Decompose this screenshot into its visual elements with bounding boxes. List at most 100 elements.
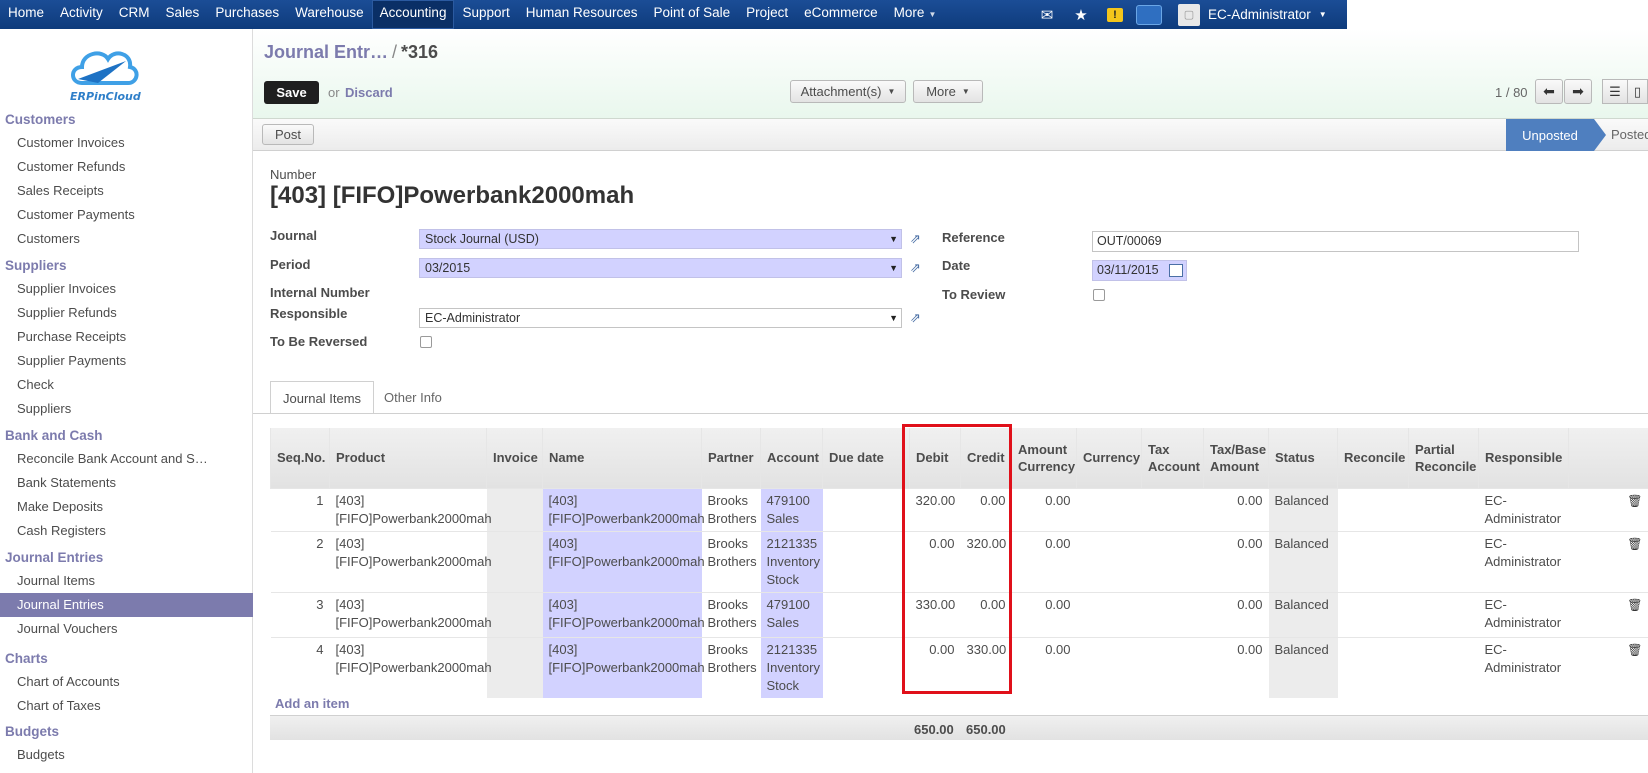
- stage-posted[interactable]: Posted: [1611, 127, 1648, 142]
- attachments-button[interactable]: Attachment(s) ▼: [790, 80, 906, 103]
- sidebar-item-customer-invoices[interactable]: Customer Invoices: [0, 131, 253, 155]
- sidebar-item-supplier-invoices[interactable]: Supplier Invoices: [0, 277, 253, 301]
- col-header-tax-base-amount[interactable]: Tax/Base Amount: [1203, 428, 1269, 488]
- sidebar-item-journal-items[interactable]: Journal Items: [0, 569, 253, 593]
- col-header-partner[interactable]: Partner: [701, 428, 761, 488]
- form-view-button[interactable]: ▯: [1627, 79, 1648, 104]
- nav-crm[interactable]: CRM: [111, 0, 158, 29]
- external-link-icon[interactable]: ⇗: [910, 231, 926, 246]
- mail-icon[interactable]: ✉: [1030, 0, 1064, 29]
- stage-unposted[interactable]: Unposted: [1506, 119, 1606, 151]
- sidebar-item-sales-receipts[interactable]: Sales Receipts: [0, 179, 253, 203]
- col-header-debit[interactable]: Debit: [909, 428, 961, 488]
- caret-down-icon: ▼: [887, 87, 896, 96]
- to-review-checkbox[interactable]: [1093, 289, 1105, 301]
- nav-sales[interactable]: Sales: [158, 0, 208, 29]
- col-header-amount-currency[interactable]: Amount Currency: [1011, 428, 1077, 488]
- col-header-tax-account[interactable]: Tax Account: [1141, 428, 1204, 488]
- nav-activity[interactable]: Activity: [52, 0, 111, 29]
- col-header-product[interactable]: Product: [329, 428, 487, 488]
- nav-point-of-sale[interactable]: Point of Sale: [646, 0, 739, 29]
- user-menu[interactable]: ▢ EC-Administrator ▼: [1178, 3, 1327, 26]
- responsible-select[interactable]: EC-Administrator ▼: [419, 308, 902, 328]
- delete-row-button[interactable]: 🗑: [1568, 530, 1648, 592]
- col-header-partial-reconcile[interactable]: Partial Reconcile: [1408, 428, 1479, 488]
- sidebar-item-customers[interactable]: Customers: [0, 227, 253, 251]
- nav-accounting[interactable]: Accounting: [371, 0, 455, 29]
- col-header-credit[interactable]: Credit: [960, 428, 1012, 488]
- sidebar-item-check[interactable]: Check: [0, 373, 253, 397]
- sidebar-item-customer-payments[interactable]: Customer Payments: [0, 203, 253, 227]
- breadcrumb-parent-link[interactable]: Journal Entr…: [264, 42, 388, 62]
- tab-journal-items[interactable]: Journal Items: [270, 381, 375, 414]
- save-button[interactable]: Save: [264, 81, 319, 104]
- cell-account: 479100 Sales: [760, 591, 823, 637]
- external-link-icon[interactable]: ⇗: [910, 260, 926, 275]
- date-input[interactable]: 03/11/2015: [1092, 260, 1187, 281]
- pager-next-button[interactable]: ➡: [1564, 79, 1592, 104]
- pager-previous-button[interactable]: ⬅: [1535, 79, 1563, 104]
- sidebar-item-make-deposits[interactable]: Make Deposits: [0, 495, 253, 519]
- more-actions-button[interactable]: More ▼: [913, 80, 983, 103]
- period-select[interactable]: 03/2015 ▼: [419, 258, 902, 278]
- sidebar-item-journal-vouchers[interactable]: Journal Vouchers: [0, 617, 253, 641]
- pager-counter[interactable]: 1 / 80: [1495, 85, 1528, 100]
- table-row[interactable]: 2 [403] [FIFO]Powerbank2000mah [403] [FI…: [270, 530, 1648, 592]
- col-header-due-date[interactable]: Due date: [822, 428, 910, 488]
- sidebar-item-suppliers[interactable]: Suppliers: [0, 397, 253, 421]
- sidebar-item-purchase-receipts[interactable]: Purchase Receipts: [0, 325, 253, 349]
- sidebar-item-supplier-payments[interactable]: Supplier Payments: [0, 349, 253, 373]
- add-item-link[interactable]: Add an item: [275, 696, 349, 711]
- sidebar-item-chart-of-accounts[interactable]: Chart of Accounts: [0, 670, 253, 694]
- delete-row-button[interactable]: 🗑: [1568, 487, 1648, 531]
- delete-row-button[interactable]: 🗑: [1568, 636, 1648, 698]
- sidebar-item-bank-statements[interactable]: Bank Statements: [0, 471, 253, 495]
- delete-row-button[interactable]: 🗑: [1568, 591, 1648, 637]
- sidebar-item-customer-refunds[interactable]: Customer Refunds: [0, 155, 253, 179]
- tab-other-info[interactable]: Other Info: [372, 381, 454, 414]
- post-button[interactable]: Post: [262, 124, 314, 145]
- sidebar-item-chart-of-taxes[interactable]: Chart of Taxes: [0, 694, 253, 718]
- reference-label: Reference: [942, 230, 1005, 245]
- sidebar-item-budgets[interactable]: Budgets: [0, 743, 253, 767]
- col-header-account[interactable]: Account: [760, 428, 823, 488]
- nav-more-menu[interactable]: More ▼: [886, 0, 945, 29]
- status-badge: Balanced: [1268, 487, 1338, 531]
- sidebar-item-supplier-refunds[interactable]: Supplier Refunds: [0, 301, 253, 325]
- brand-logo[interactable]: ERPinCloud: [64, 41, 144, 105]
- nav-home[interactable]: Home: [0, 0, 52, 29]
- nav-project[interactable]: Project: [738, 0, 796, 29]
- app-logo-icon[interactable]: [1132, 0, 1166, 29]
- discard-button[interactable]: Discard: [345, 85, 393, 100]
- col-header-name[interactable]: Name: [542, 428, 702, 488]
- sidebar: ERPinCloud Customers Customer Invoices C…: [0, 29, 253, 773]
- reference-input[interactable]: OUT/00069: [1092, 231, 1579, 252]
- table-row[interactable]: 3 [403] [FIFO]Powerbank2000mah [403] [FI…: [270, 591, 1648, 637]
- sidebar-item-reconcile-bank[interactable]: Reconcile Bank Account and S…: [0, 447, 253, 471]
- table-row[interactable]: 4 [403] [FIFO]Powerbank2000mah [403] [FI…: [270, 636, 1648, 698]
- journal-select[interactable]: Stock Journal (USD) ▼: [419, 229, 902, 249]
- nav-human-resources[interactable]: Human Resources: [518, 0, 646, 29]
- col-header-seq[interactable]: Seq.No.: [270, 428, 330, 488]
- cell-seq: 4: [270, 636, 330, 698]
- col-header-invoice[interactable]: Invoice: [486, 428, 543, 488]
- star-icon[interactable]: ★: [1064, 0, 1098, 29]
- sidebar-item-journal-entries[interactable]: Journal Entries: [0, 593, 253, 617]
- col-header-status[interactable]: Status: [1268, 428, 1338, 488]
- nav-purchases[interactable]: Purchases: [207, 0, 287, 29]
- table-row[interactable]: 1 [403] [FIFO]Powerbank2000mah [403] [FI…: [270, 487, 1648, 531]
- nav-support[interactable]: Support: [454, 0, 517, 29]
- col-header-reconcile[interactable]: Reconcile: [1337, 428, 1409, 488]
- nav-warehouse[interactable]: Warehouse: [287, 0, 372, 29]
- cell-invoice: [486, 591, 543, 637]
- col-header-currency[interactable]: Currency: [1076, 428, 1142, 488]
- col-header-responsible[interactable]: Responsible: [1478, 428, 1569, 488]
- to-be-reversed-checkbox[interactable]: [420, 336, 432, 348]
- sidebar-item-cash-registers[interactable]: Cash Registers: [0, 519, 253, 543]
- external-link-icon[interactable]: ⇗: [910, 310, 926, 325]
- list-view-button[interactable]: ☰: [1602, 79, 1628, 104]
- calendar-icon[interactable]: [1169, 264, 1183, 277]
- nav-ecommerce[interactable]: eCommerce: [796, 0, 886, 29]
- cell-name: [403] [FIFO]Powerbank2000mah: [542, 636, 705, 698]
- warning-icon[interactable]: !: [1098, 0, 1132, 29]
